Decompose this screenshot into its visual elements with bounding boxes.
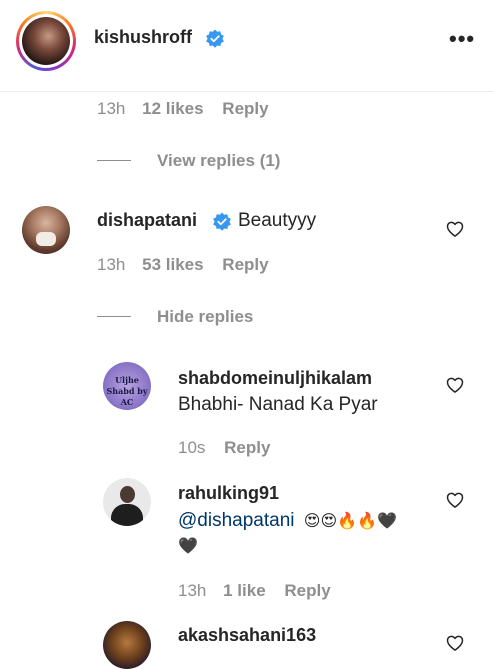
reply-button[interactable]: Reply	[222, 255, 268, 274]
verified-badge-icon	[213, 212, 231, 231]
avatar-photo-detail	[36, 232, 56, 246]
reply-button[interactable]: Reply	[222, 99, 268, 118]
avatar[interactable]	[22, 17, 70, 65]
avatar[interactable]	[103, 478, 151, 526]
reply-meta: 13h 1 like Reply	[178, 581, 331, 601]
replies-divider-line	[97, 160, 131, 161]
reply-button[interactable]: Reply	[224, 438, 270, 457]
avatar-logo-text: Uljhe Shabd by AC	[106, 375, 148, 407]
like-heart-icon[interactable]	[445, 375, 465, 395]
like-heart-icon[interactable]	[445, 633, 465, 653]
comment-text: Beautyyy	[238, 210, 317, 231]
reply-time[interactable]: 13h	[178, 581, 206, 600]
emoji-text: 😍😍🔥🔥🖤	[303, 513, 397, 530]
comment-meta: 13h 12 likes Reply	[97, 99, 269, 119]
reply-username[interactable]: rahulking91	[178, 483, 279, 504]
replies-divider-line	[97, 316, 131, 317]
likes-count[interactable]: 1 like	[223, 581, 266, 600]
like-heart-icon[interactable]	[445, 490, 465, 510]
emoji-text-line-2: 🖤	[178, 538, 198, 555]
likes-count[interactable]: 12 likes	[142, 99, 203, 118]
comment-username[interactable]: dishapatani	[97, 210, 197, 231]
more-options-button[interactable]: •••	[449, 28, 475, 50]
header-username[interactable]: kishushroff	[94, 27, 192, 48]
avatar[interactable]	[22, 206, 70, 254]
mention-link[interactable]: @dishapatani	[178, 510, 294, 531]
reply-username[interactable]: shabdomeinuljhikalam	[178, 368, 372, 389]
likes-count[interactable]: 53 likes	[142, 255, 203, 274]
avatar[interactable]: Uljhe Shabd by AC	[103, 362, 151, 410]
like-heart-icon[interactable]	[445, 219, 465, 239]
comment-meta: 13h 53 likes Reply	[97, 255, 269, 275]
story-ring[interactable]	[16, 11, 76, 71]
avatar[interactable]	[103, 621, 151, 669]
hide-replies-button[interactable]: Hide replies	[157, 307, 253, 327]
post-header: kishushroff •••	[0, 0, 494, 92]
reply-username[interactable]: akashsahani163	[178, 625, 316, 646]
comment-time[interactable]: 13h	[97, 255, 125, 274]
reply-button[interactable]: Reply	[284, 581, 330, 600]
view-replies-button[interactable]: View replies (1)	[157, 151, 280, 171]
avatar-border	[19, 14, 73, 68]
reply-meta: 10s Reply	[178, 438, 270, 458]
verified-badge-icon	[206, 29, 224, 48]
avatar-photo-head	[120, 486, 135, 503]
reply-time[interactable]: 10s	[178, 438, 205, 457]
reply-text: @dishapatani 😍😍🔥🔥🖤	[178, 510, 397, 532]
avatar-photo-body	[111, 504, 143, 526]
comment-time[interactable]: 13h	[97, 99, 125, 118]
reply-text: Bhabhi- Nanad Ka Pyar	[178, 394, 378, 415]
